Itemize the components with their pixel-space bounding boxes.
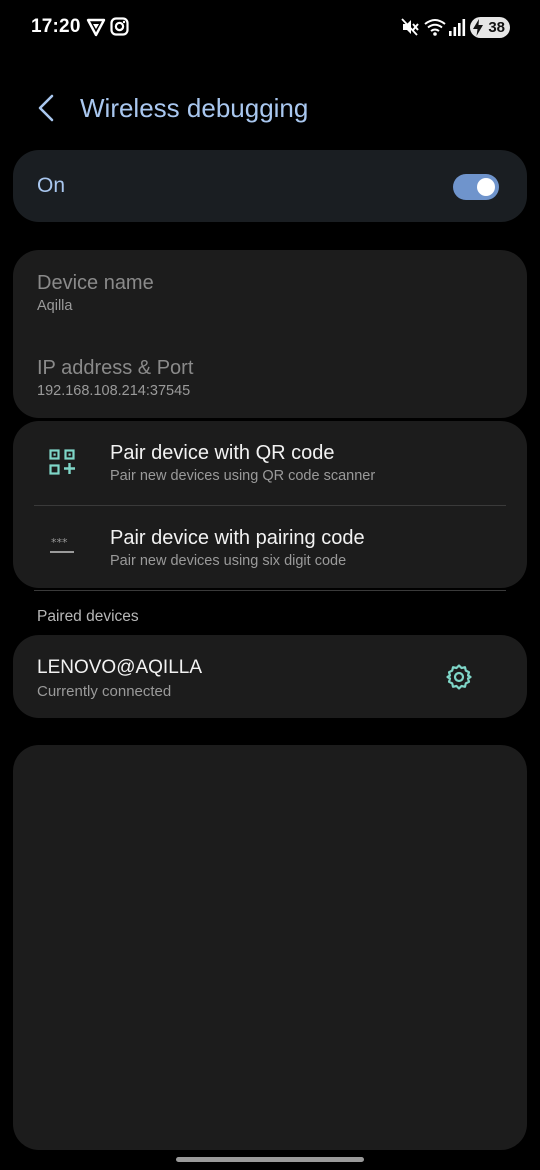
device-name-label: Device name [37,272,154,294]
wireless-debugging-toggle[interactable] [453,174,499,200]
mute-icon [400,17,420,42]
chevron-left-icon [32,94,62,128]
status-bar: 17:20 38 [0,0,540,56]
pairing-code-icon: *** [49,536,75,559]
empty-content-area [13,745,527,1150]
qr-code-icon [49,449,75,480]
ip-address-label: IP address & Port [37,357,194,379]
signal-icon [448,17,466,42]
battery-level: 38 [488,19,505,36]
battery-charging-icon [473,19,483,40]
gear-icon [445,664,473,695]
pair-qr-subtitle: Pair new devices using QR code scanner [110,468,376,484]
master-switch-card[interactable]: On [13,150,527,222]
device-name-value: Aqilla [37,298,73,314]
paired-device-name: LENOVO@AQILLA [37,657,203,678]
pair-qr-title: Pair device with QR code [110,442,335,464]
svg-text:***: *** [51,538,68,549]
status-time: 17:20 [31,16,81,37]
battery-indicator: 38 [470,17,510,38]
wifi-icon [424,17,446,42]
paired-device-item[interactable]: LENOVO@AQILLA Currently connected [13,635,527,718]
pair-code-subtitle: Pair new devices using six digit code [110,553,347,569]
page-title: Wireless debugging [80,93,309,123]
device-settings-button[interactable] [445,663,473,691]
paired-devices-header: Paired devices [37,608,139,625]
vpn-shield-icon [86,17,106,42]
ip-address-value: 192.168.108.214:37545 [37,383,191,399]
toggle-knob [477,178,495,196]
app-header: Wireless debugging [0,86,540,130]
paired-device-status: Currently connected [37,683,172,700]
section-divider [34,590,506,591]
pairing-card: Pair device with QR code Pair new device… [13,421,527,588]
back-button[interactable] [32,92,62,124]
home-indicator[interactable] [176,1157,364,1162]
device-info-card: Device name Aqilla IP address & Port 192… [13,250,527,418]
pair-code-title: Pair device with pairing code [110,527,365,549]
divider [34,505,506,506]
master-switch-label: On [37,174,66,197]
instagram-icon [110,17,129,41]
